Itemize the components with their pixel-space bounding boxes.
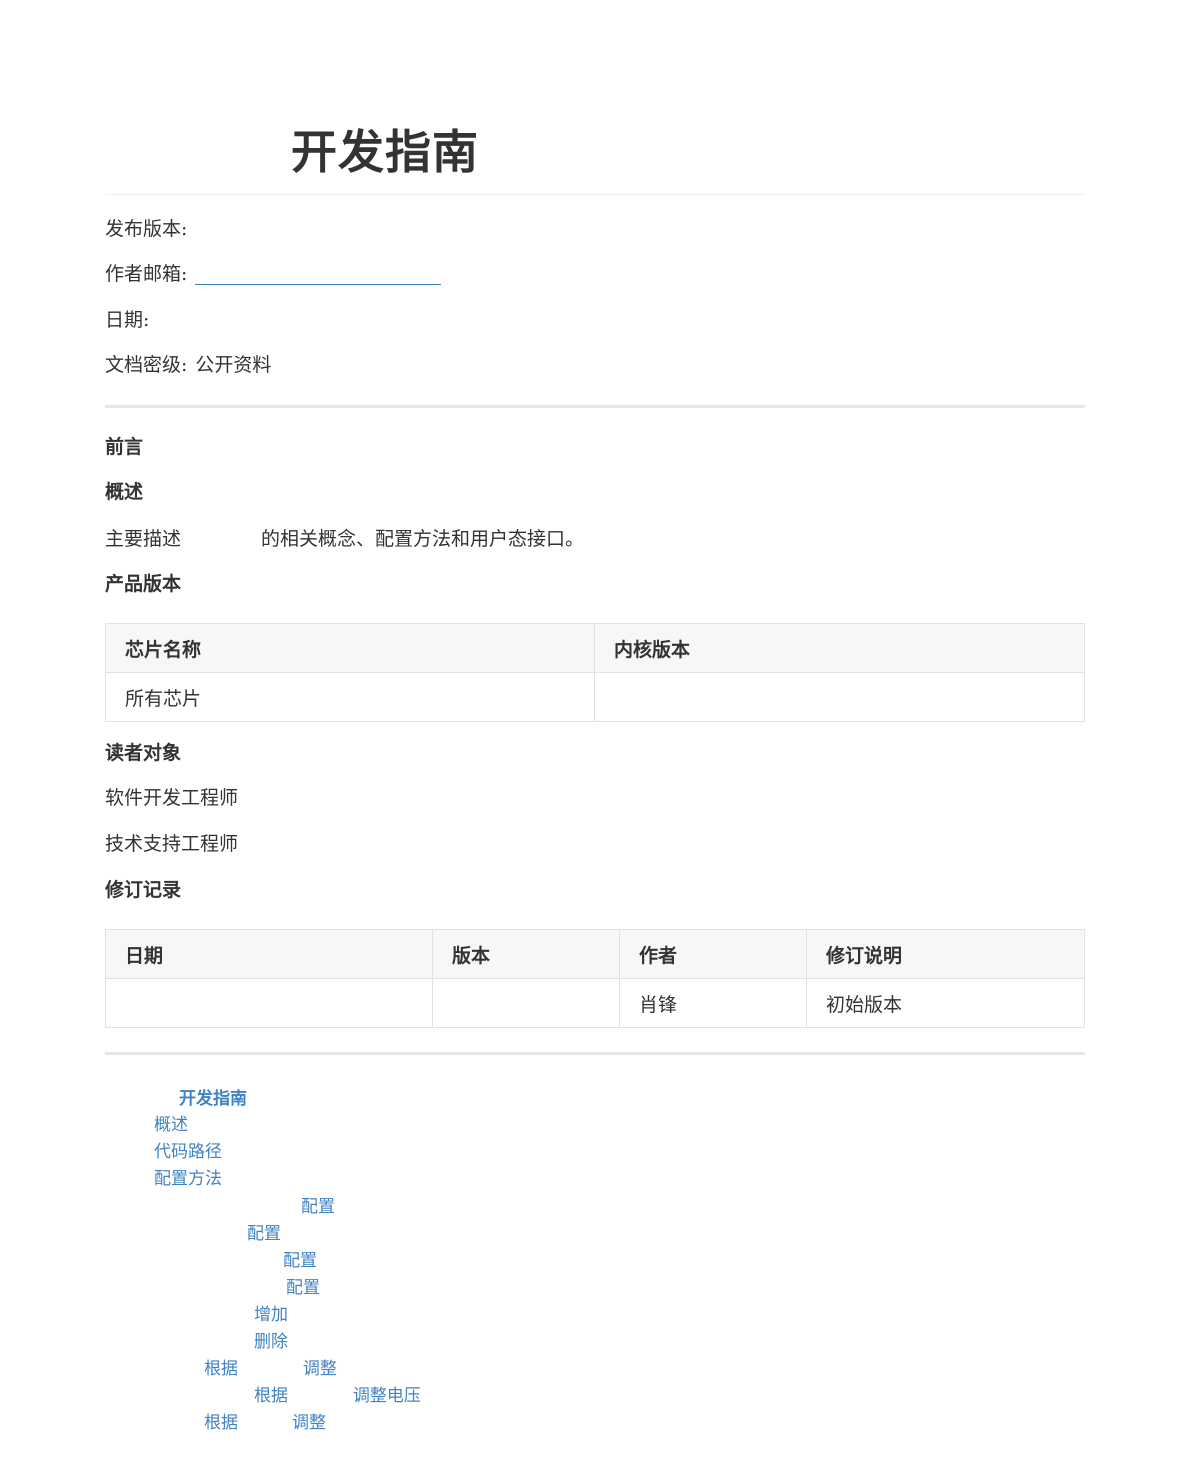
table-header-version: 版本 [432,929,620,979]
section-divider [105,405,1085,408]
toc-link[interactable]: 配置 [283,1249,317,1273]
classification-line: 文档密级: 公开资料 [105,351,271,379]
date-line: 日期: [105,306,157,334]
overview-text-part-a: 主要描述 [105,528,182,550]
toc-link[interactable]: 配置 [301,1195,335,1219]
table-header-row: 日期 版本 作者 修订说明 [105,929,1085,979]
toc-link[interactable]: 根据 调整 [204,1411,326,1435]
revision-table: 日期 版本 作者 修订说明 肖锋 初始版本 [105,929,1085,1028]
toc-link[interactable]: 删除 [254,1330,288,1354]
table-header-chip: 芯片名称 [105,623,595,673]
table-cell: 所有芯片 [105,672,595,722]
toc-link[interactable]: 根据 调整电压 [254,1384,421,1408]
toc-link[interactable]: 配置方法 [154,1167,222,1191]
table-cell: 初始版本 [806,978,1085,1028]
toc-divider [105,1052,1085,1055]
release-version-label: 发布版本: [105,218,188,240]
product-version-heading: 产品版本 [105,573,182,595]
audience-item: 技术支持工程师 [105,833,239,855]
table-header-author: 作者 [619,929,807,979]
table-header-kernel: 内核版本 [594,623,1085,673]
audience-heading: 读者对象 [105,742,182,764]
toc-link[interactable]: 配置 [286,1276,320,1300]
date-label: 日期: [105,309,150,331]
preface-heading: 前言 [105,436,144,458]
classification-value: 公开资料 [195,354,272,376]
overview-text: 主要描述 的相关概念、配置方法和用户态接口。 [105,525,584,553]
author-email-line: 作者邮箱: [105,260,442,288]
toc-link[interactable]: 概述 [154,1113,188,1137]
table-row: 所有芯片 [105,672,1085,722]
title-divider [105,194,1085,195]
author-email-link[interactable] [195,262,442,285]
audience-item: 软件开发工程师 [105,787,239,809]
toc-link[interactable]: 增加 [254,1303,288,1327]
classification-label: 文档密级: [105,354,188,376]
table-cell [432,978,620,1028]
release-version-line: 发布版本: [105,215,195,243]
table-header-notes: 修订说明 [806,929,1085,979]
toc-link[interactable]: 配置 [247,1222,281,1246]
table-header-date: 日期 [105,929,433,979]
product-version-table: 芯片名称 内核版本 所有芯片 [105,623,1085,722]
toc-link[interactable]: 代码路径 [154,1140,222,1164]
toc-link[interactable]: 开发指南 [179,1087,247,1111]
revision-heading: 修订记录 [105,879,182,901]
table-row: 肖锋 初始版本 [105,978,1085,1028]
table-cell [594,672,1085,722]
document-title: 开发指南 [291,125,479,179]
table-cell: 肖锋 [619,978,807,1028]
toc-link[interactable]: 根据 调整 [204,1357,337,1381]
table-cell [105,978,433,1028]
overview-heading: 概述 [105,481,144,503]
author-email-label: 作者邮箱: [105,263,188,285]
overview-text-part-b: 的相关概念、配置方法和用户态接口。 [261,528,585,550]
table-header-row: 芯片名称 内核版本 [105,623,1085,673]
